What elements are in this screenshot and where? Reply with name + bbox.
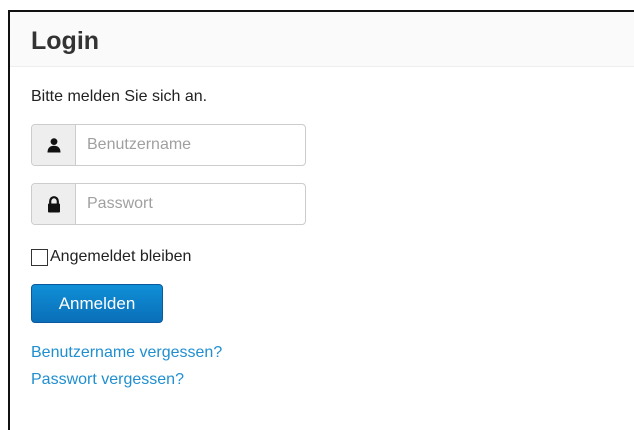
remember-me-checkbox[interactable] [31,248,48,266]
forgot-password-link[interactable]: Passwort vergessen? [31,372,184,388]
panel-header: Login [10,12,634,67]
username-input[interactable] [76,125,305,165]
password-input-group [31,183,306,225]
login-button[interactable]: Anmelden [31,284,163,323]
page-title: Login [31,27,100,55]
login-panel: Login Bitte melden Sie sich an. Angemeld… [8,10,634,430]
lock-icon [32,184,76,224]
username-input-group [31,124,306,166]
login-instructions: Bitte melden Sie sich an. [31,88,208,105]
remember-me[interactable]: Angemeldet bleiben [31,248,191,266]
user-icon [32,125,76,165]
remember-me-label: Angemeldet bleiben [50,248,192,265]
password-input[interactable] [76,184,305,224]
forgot-username-link[interactable]: Benutzername vergessen? [31,345,222,361]
